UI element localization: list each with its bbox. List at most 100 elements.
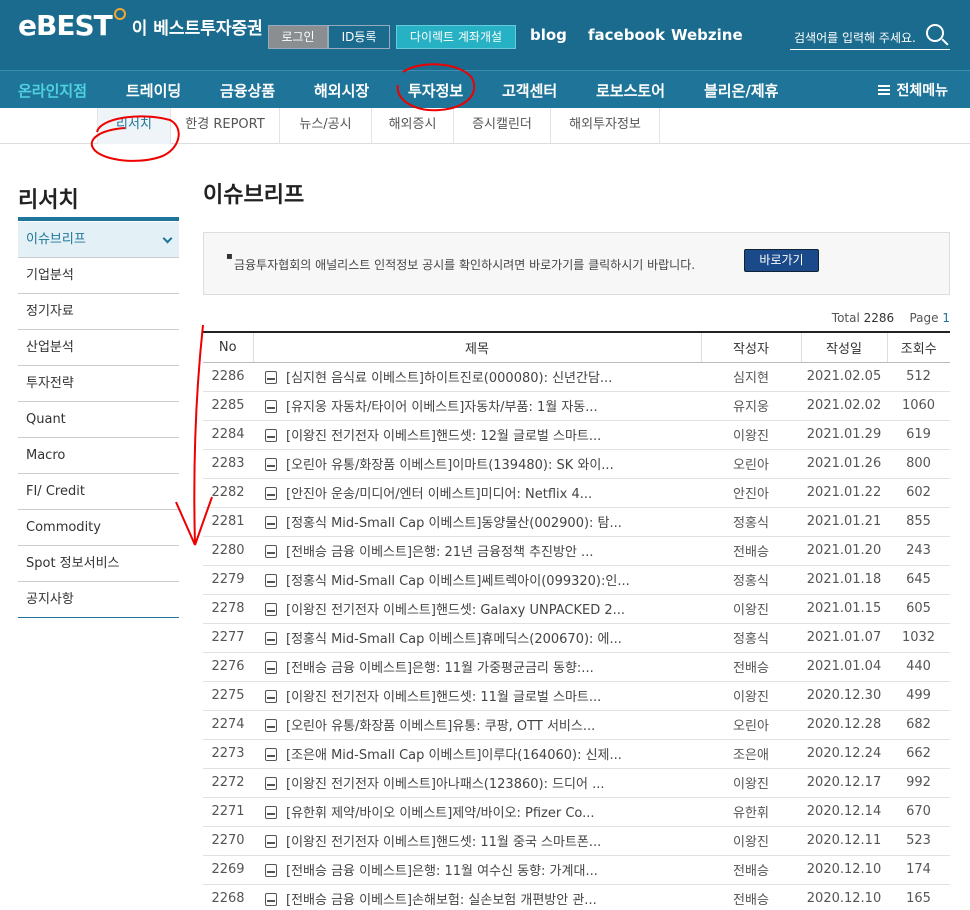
report-title-link[interactable]: [유한휘 제약/바이오 이베스트]제약/바이오: Pfizer Co... [286, 806, 595, 821]
cell-title[interactable]: [오린아 유통/화장품 이베스트]이마트(139480): SK 와이... [253, 449, 701, 479]
subnav-overseas-stocks[interactable]: 해외증시 [372, 108, 454, 144]
id-register-button[interactable]: ID등록 [328, 25, 390, 49]
webzine-link[interactable]: Webzine [671, 26, 743, 44]
printer-icon[interactable] [265, 690, 277, 703]
cell-title[interactable]: [유지웅 자동차/타이어 이베스트]자동차/부품: 1월 자동... [253, 391, 701, 421]
printer-icon[interactable] [265, 632, 277, 645]
shortcut-button[interactable]: 바로가기 [744, 249, 819, 272]
nav-overseas-market[interactable]: 해외시장 [314, 80, 369, 101]
printer-icon[interactable] [265, 516, 277, 529]
search-input[interactable] [794, 28, 919, 48]
table-row[interactable]: 2277 [정홍식 Mid-Small Cap 이베스트]휴메딕스(200670)… [203, 623, 950, 653]
nav-customer-center[interactable]: 고객센터 [502, 80, 557, 101]
table-row[interactable]: 2282 [안진아 운송/미디어/엔터 이베스트]미디어: Netflix 4..… [203, 478, 950, 508]
cell-title[interactable]: [전배승 금융 이베스트]손해보험: 실손보험 개편방안 관... [253, 884, 701, 910]
printer-icon[interactable] [265, 719, 277, 732]
table-row[interactable]: 2269 [전배승 금융 이베스트]은행: 11월 여수신 동향: 가계대... 전… [203, 855, 950, 885]
printer-icon[interactable] [265, 864, 277, 877]
table-row[interactable]: 2270 [이왕진 전기전자 이베스트]핸드셋: 11월 중국 스마트폰... 이왕… [203, 826, 950, 856]
nav-investment-info[interactable]: 투자정보 [408, 80, 463, 101]
sidebar-item-periodic[interactable]: 정기자료 [18, 294, 179, 330]
printer-icon[interactable] [265, 429, 277, 442]
subnav-research[interactable]: 리서치 [97, 108, 171, 144]
printer-icon[interactable] [265, 371, 277, 384]
table-row[interactable]: 2283 [오린아 유통/화장품 이베스트]이마트(139480): SK 와이.… [203, 449, 950, 479]
direct-account-button[interactable]: 다이렉트 계좌개설 [396, 25, 516, 49]
login-button[interactable]: 로그인 [268, 25, 328, 49]
table-row[interactable]: 2271 [유한휘 제약/바이오 이베스트]제약/바이오: Pfizer Co..… [203, 797, 950, 827]
printer-icon[interactable] [265, 893, 277, 906]
cell-title[interactable]: [이왕진 전기전자 이베스트]핸드셋: 11월 중국 스마트폰... [253, 826, 701, 856]
report-title-link[interactable]: [이왕진 전기전자 이베스트]핸드셋: 11월 글로벌 스마트... [286, 690, 601, 705]
cell-title[interactable]: [정홍식 Mid-Small Cap 이베스트]쎄트렉아이(099320):인.… [253, 565, 701, 595]
sidebar-item-spot[interactable]: Spot 정보서비스 [18, 546, 179, 582]
cell-title[interactable]: [이왕진 전기전자 이베스트]아나패스(123860): 드디어 ... [253, 768, 701, 798]
facebook-link[interactable]: facebook [588, 26, 665, 44]
subnav-calendar[interactable]: 증시캘린더 [454, 108, 551, 144]
printer-icon[interactable] [265, 487, 277, 500]
cell-title[interactable]: [전배승 금융 이베스트]은행: 11월 여수신 동향: 가계대... [253, 855, 701, 885]
cell-title[interactable]: [안진아 운송/미디어/엔터 이베스트]미디어: Netflix 4... [253, 478, 701, 508]
report-title-link[interactable]: [이왕진 전기전자 이베스트]아나패스(123860): 드디어 ... [286, 777, 605, 792]
printer-icon[interactable] [265, 603, 277, 616]
printer-icon[interactable] [265, 835, 277, 848]
report-title-link[interactable]: [전배승 금융 이베스트]손해보험: 실손보험 개편방안 관... [286, 893, 597, 908]
blog-link[interactable]: blog [530, 26, 567, 44]
nav-financial-products[interactable]: 금융상품 [220, 80, 275, 101]
cell-title[interactable]: [전배승 금융 이베스트]은행: 11월 가중평균금리 동향:... [253, 652, 701, 682]
nav-robo-store[interactable]: 로보스토어 [596, 80, 665, 101]
printer-icon[interactable] [265, 400, 277, 413]
report-title-link[interactable]: [안진아 운송/미디어/엔터 이베스트]미디어: Netflix 4... [286, 487, 592, 502]
report-title-link[interactable]: [심지현 음식료 이베스트]하이트진로(000080): 신년간담... [286, 371, 612, 386]
cell-title[interactable]: [정홍식 Mid-Small Cap 이베스트]휴메딕스(200670): 에.… [253, 623, 701, 653]
nav-online-branch[interactable]: 온라인지점 [18, 80, 87, 101]
sidebar-item-quant[interactable]: Quant [18, 402, 179, 438]
ebest-logo[interactable]: eBEST 이 베스트투자증권 [18, 8, 263, 42]
cell-title[interactable]: [정홍식 Mid-Small Cap 이베스트]동양물산(002900): 탐.… [253, 507, 701, 537]
cell-title[interactable]: [오린아 유통/화장품 이베스트]유통: 쿠팡, OTT 서비스... [253, 710, 701, 740]
cell-title[interactable]: [이왕진 전기전자 이베스트]핸드셋: Galaxy UNPACKED 2... [253, 594, 701, 624]
table-row[interactable]: 2286 [심지현 음식료 이베스트]하이트진로(000080): 신년간담...… [203, 362, 950, 392]
report-title-link[interactable]: [유지웅 자동차/타이어 이베스트]자동차/부품: 1월 자동... [286, 400, 598, 415]
table-row[interactable]: 2285 [유지웅 자동차/타이어 이베스트]자동차/부품: 1월 자동... 유지… [203, 391, 950, 421]
printer-icon[interactable] [265, 458, 277, 471]
cell-title[interactable]: [이왕진 전기전자 이베스트]핸드셋: 12월 글로벌 스마트... [253, 420, 701, 450]
nav-bullion[interactable]: 블리온/제휴 [704, 80, 778, 101]
report-title-link[interactable]: [정홍식 Mid-Small Cap 이베스트]쎄트렉아이(099320):인.… [286, 574, 630, 589]
cell-title[interactable]: [이왕진 전기전자 이베스트]핸드셋: 11월 글로벌 스마트... [253, 681, 701, 711]
cell-title[interactable]: [조은애 Mid-Small Cap 이베스트]이루다(164060): 신제.… [253, 739, 701, 769]
report-title-link[interactable]: [조은애 Mid-Small Cap 이베스트]이루다(164060): 신제.… [286, 748, 622, 763]
sidebar-item-company-analysis[interactable]: 기업분석 [18, 258, 179, 294]
table-row[interactable]: 2278 [이왕진 전기전자 이베스트]핸드셋: Galaxy UNPACKED … [203, 594, 950, 624]
table-row[interactable]: 2272 [이왕진 전기전자 이베스트]아나패스(123860): 드디어 ...… [203, 768, 950, 798]
search-icon[interactable] [926, 24, 944, 42]
table-row[interactable]: 2279 [정홍식 Mid-Small Cap 이베스트]쎄트렉아이(099320… [203, 565, 950, 595]
report-title-link[interactable]: [전배승 금융 이베스트]은행: 11월 가중평균금리 동향:... [286, 661, 594, 676]
printer-icon[interactable] [265, 748, 277, 761]
all-menu-button[interactable]: 전체메뉴 [878, 80, 948, 100]
sidebar-item-fi-credit[interactable]: FI/ Credit [18, 474, 179, 510]
printer-icon[interactable] [265, 545, 277, 558]
table-row[interactable]: 2281 [정홍식 Mid-Small Cap 이베스트]동양물산(002900)… [203, 507, 950, 537]
subnav-overseas-info[interactable]: 해외투자정보 [551, 108, 660, 144]
subnav-news[interactable]: 뉴스/공시 [280, 108, 372, 144]
report-title-link[interactable]: [오린아 유통/화장품 이베스트]유통: 쿠팡, OTT 서비스... [286, 719, 595, 734]
report-title-link[interactable]: [이왕진 전기전자 이베스트]핸드셋: 12월 글로벌 스마트... [286, 429, 601, 444]
report-title-link[interactable]: [오린아 유통/화장품 이베스트]이마트(139480): SK 와이... [286, 458, 614, 473]
cell-title[interactable]: [심지현 음식료 이베스트]하이트진로(000080): 신년간담... [253, 362, 701, 392]
printer-icon[interactable] [265, 661, 277, 674]
sidebar-item-commodity[interactable]: Commodity [18, 510, 179, 546]
report-title-link[interactable]: [이왕진 전기전자 이베스트]핸드셋: Galaxy UNPACKED 2... [286, 603, 625, 618]
sidebar-item-strategy[interactable]: 투자전략 [18, 366, 179, 402]
table-row[interactable]: 2280 [전배승 금융 이베스트]은행: 21년 금융정책 추진방안 ... 전배… [203, 536, 950, 566]
cell-title[interactable]: [전배승 금융 이베스트]은행: 21년 금융정책 추진방안 ... [253, 536, 701, 566]
subnav-hankyung-report[interactable]: 한경 REPORT [171, 108, 280, 144]
table-row[interactable]: 2274 [오린아 유통/화장품 이베스트]유통: 쿠팡, OTT 서비스... 오… [203, 710, 950, 740]
report-title-link[interactable]: [전배승 금융 이베스트]은행: 11월 여수신 동향: 가계대... [286, 864, 598, 879]
table-row[interactable]: 2268 [전배승 금융 이베스트]손해보험: 실손보험 개편방안 관... 전배승… [203, 884, 950, 910]
sidebar-item-industry[interactable]: 산업분석 [18, 330, 179, 366]
table-row[interactable]: 2273 [조은애 Mid-Small Cap 이베스트]이루다(164060):… [203, 739, 950, 769]
report-title-link[interactable]: [정홍식 Mid-Small Cap 이베스트]휴메딕스(200670): 에.… [286, 632, 622, 647]
sidebar-item-notice[interactable]: 공지사항 [18, 582, 179, 618]
table-row[interactable]: 2276 [전배승 금융 이베스트]은행: 11월 가중평균금리 동향:... 전배… [203, 652, 950, 682]
